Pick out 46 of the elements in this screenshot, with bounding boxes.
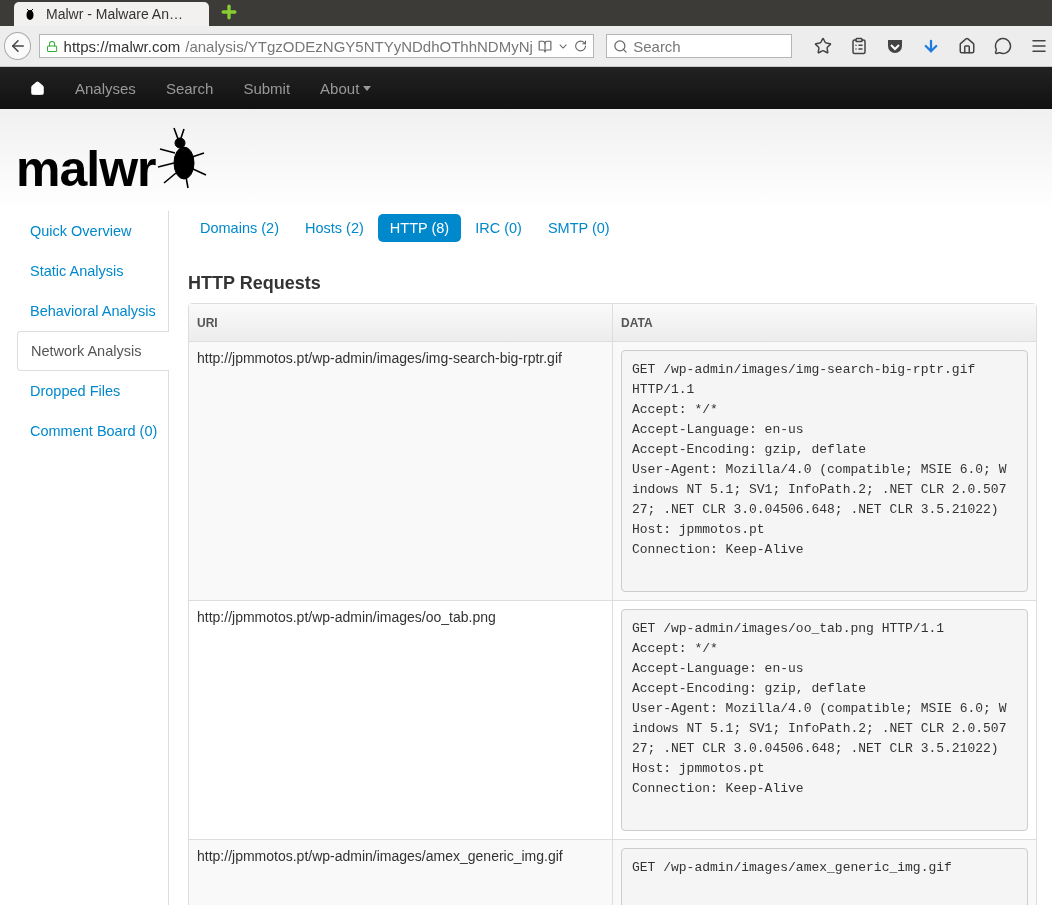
beetle-logo-icon (155, 127, 208, 189)
sidebar-item[interactable]: Network Analysis (17, 331, 169, 371)
pocket-icon[interactable] (886, 37, 904, 55)
sidebar-item[interactable]: Dropped Files (17, 371, 168, 411)
search-box[interactable]: Search (606, 34, 792, 58)
column-header: DATA (613, 304, 1036, 342)
uri-cell: http://jpmmotos.pt/wp-admin/images/amex_generic_img.gif (189, 840, 613, 905)
tab[interactable]: Domains (2) (188, 214, 291, 242)
sidebar-item[interactable]: Behavioral Analysis (17, 291, 168, 331)
download-icon[interactable] (922, 37, 940, 55)
sidebar-item[interactable]: Quick Overview (17, 211, 168, 251)
search-icon (613, 38, 629, 54)
tab[interactable]: HTTP (8) (377, 214, 462, 242)
tab[interactable]: IRC (0) (463, 214, 534, 242)
nav-link[interactable]: Search (150, 79, 229, 97)
tab-title: Malwr - Malware An… (46, 6, 183, 22)
nav-link[interactable]: About (305, 79, 387, 97)
sidebar-item[interactable]: Comment Board (0) (17, 411, 168, 451)
reading-list-icon[interactable] (850, 37, 868, 55)
nav-link[interactable]: Analyses (60, 79, 151, 97)
nav-link[interactable]: Submit (228, 79, 306, 97)
menu-icon[interactable] (1030, 37, 1048, 55)
request-data-block: GET /wp-admin/images/amex_generic_img.gif (621, 848, 1028, 905)
bookmark-star-icon[interactable] (814, 37, 832, 55)
back-button[interactable] (4, 32, 32, 60)
chat-icon[interactable] (994, 37, 1012, 55)
url-field[interactable]: https://malwr.com /analysis/YTgzODEzNGY5NTYyNDdhOThhNDMyNj (39, 34, 595, 58)
reader-icon[interactable] (537, 38, 552, 54)
lock-icon (46, 39, 59, 53)
request-data-block: GET /wp-admin/images/oo_tab.png HTTP/1.1 Accept: */* Accept-Language: en-us Accept-Encoding: gzip, deflate User-Agent: Mozilla/4.0 (compatible; MSIE 6.0; W indows NT 5.1; SV1; InfoPath.2; .NET CLR 2.0.507 27; .NET CLR 3.0.04506.648; .NET CLR 3.5.21022) Host: jpmmotos.pt Connection: Keep-Alive (621, 609, 1028, 831)
column-header: URI (189, 304, 613, 342)
search-field[interactable]: Search (633, 37, 784, 55)
sidebar-item[interactable]: Static Analysis (17, 251, 168, 291)
uri-cell: http://jpmmotos.pt/wp-admin/images/img-search-big-rptr.gif (189, 342, 613, 601)
reload-icon[interactable] (574, 39, 588, 53)
new-tab-icon[interactable] (219, 2, 239, 22)
section-title: HTTP Requests (188, 273, 322, 294)
home-icon[interactable] (958, 37, 976, 55)
bug-favicon-icon (24, 7, 36, 21)
request-data-block: GET /wp-admin/images/img-search-big-rptr.gif HTTP/1.1 Accept: */* Accept-Language: en-us Accept-Encoding: gzip, deflate User-Agent: Mozilla/4.0 (compatible; MSIE 6.0; W indows NT 5.1; SV1; InfoPath.2; .NET CLR 2.0.507 27; .NET CLR 3.0.04506.648; .NET CLR 3.5.21022) Host: jpmmotos.pt Connection: Keep-Alive (621, 350, 1028, 592)
logo-text: malwr (16, 141, 156, 197)
tab[interactable]: SMTP (0) (535, 214, 622, 242)
caret-icon (363, 85, 372, 91)
browser-tab[interactable]: Malwr - Malware An… (14, 2, 209, 26)
tab[interactable]: Hosts (2) (292, 214, 376, 242)
uri-cell: http://jpmmotos.pt/wp-admin/images/oo_tab.png (189, 601, 613, 840)
